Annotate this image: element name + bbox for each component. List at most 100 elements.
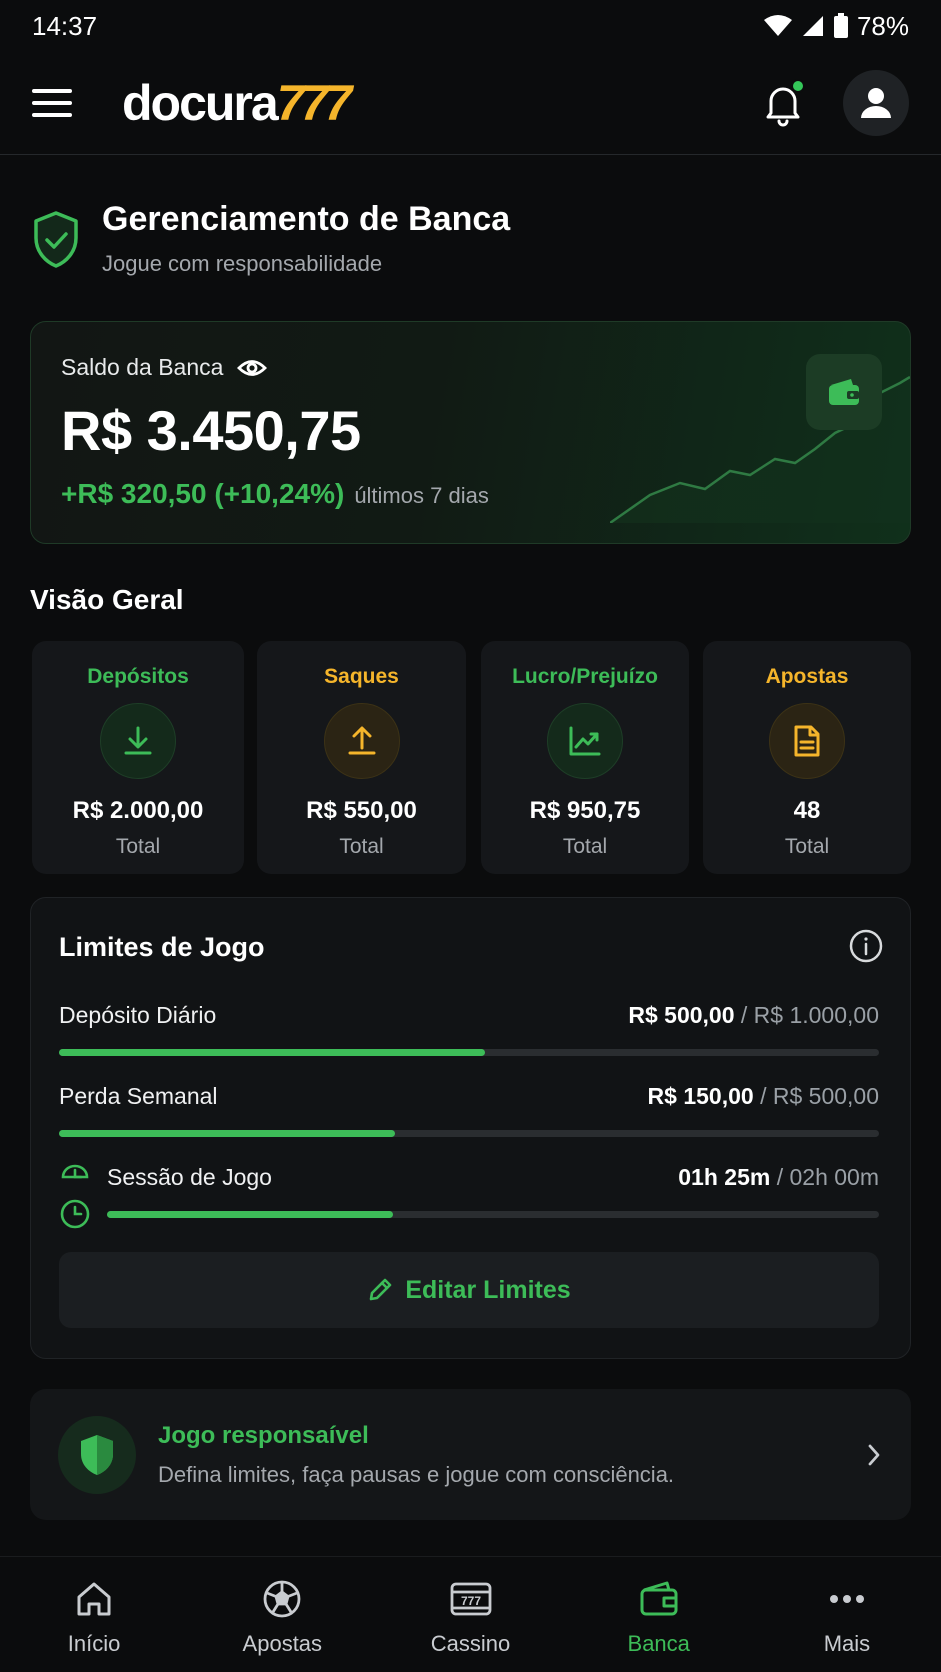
shield-check-icon (34, 211, 78, 268)
menu-icon-line (32, 113, 72, 117)
nav-item-casino[interactable]: 777 Cassino (376, 1557, 564, 1672)
profile-avatar-button[interactable] (843, 70, 909, 136)
limit-row-weekly-loss[interactable]: Perda Semanal R$ 150,00 / R$ 500,00 (59, 1083, 879, 1137)
limit-max: R$ 500,00 (772, 1083, 879, 1109)
balance-card: Saldo da Banca R$ 3.450,75 +R$ 320,50 (+… (30, 321, 911, 544)
trend-chart-icon (569, 726, 601, 756)
eye-icon[interactable] (237, 357, 268, 379)
stat-value: 48 (793, 797, 821, 824)
limit-name: Perda Semanal (59, 1083, 218, 1109)
stat-card-bets[interactable]: Apostas 48 Total (703, 641, 911, 874)
page-subtitle: Jogue com responsabilidade (102, 251, 383, 276)
stat-sub: Total (115, 835, 161, 858)
limit-max: 02h 00m (789, 1164, 879, 1190)
stat-value: R$ 550,00 (306, 797, 417, 824)
wallet-icon (829, 379, 859, 405)
limit-current: R$ 500,00 (628, 1002, 735, 1028)
limit-progress-track (59, 1130, 879, 1137)
balance-period: últimos 7 dias (354, 483, 489, 508)
limit-progress-fill (107, 1211, 393, 1218)
battery-level: 78% (856, 10, 909, 41)
wallet-button[interactable] (806, 354, 882, 430)
limit-value: R$ 500,00 / R$ 1.000,00 (628, 1002, 879, 1028)
menu-button[interactable] (32, 85, 72, 121)
shield-icon (81, 1434, 113, 1475)
nav-label: Apostas (242, 1631, 323, 1656)
status-time: 14:37 (32, 10, 98, 41)
overview-title: Visão Geral (30, 584, 184, 615)
responsible-icon-wrap (58, 1415, 136, 1494)
stat-value: R$ 950,75 (529, 797, 641, 824)
limit-progress-track (59, 1049, 879, 1056)
stat-icon-wrap (323, 703, 400, 779)
chevron-right-icon (868, 1444, 880, 1465)
app-header: docura 777 (0, 52, 941, 155)
balance-value: R$ 3.450,75 (61, 399, 361, 462)
stat-icon-wrap (100, 703, 176, 779)
nav-item-more[interactable]: Mais (753, 1557, 941, 1672)
status-bar: 14:37 78% (0, 0, 941, 52)
nav-label: Mais (823, 1631, 871, 1656)
notifications-button[interactable] (759, 79, 807, 127)
nav-item-bets[interactable]: Apostas (188, 1557, 376, 1672)
svg-text:777: 777 (460, 1594, 480, 1608)
balance-label: Saldo da Banca (61, 354, 224, 380)
limit-max: R$ 1.000,00 (753, 1002, 879, 1028)
stat-sub: Total (562, 835, 608, 858)
stat-value: R$ 2.000,00 (72, 797, 204, 824)
limit-value: R$ 150,00 / R$ 500,00 (647, 1083, 879, 1109)
bottom-navigation: Início Apostas 777 Cassino Banca Mais (0, 1556, 941, 1672)
stat-sub: Total (784, 835, 830, 858)
logo-number: 777 (276, 75, 352, 131)
document-icon (794, 725, 820, 757)
limit-current: 01h 25m (678, 1164, 771, 1190)
signal-icon (802, 16, 823, 36)
download-icon (124, 726, 152, 755)
page-heading: Gerenciamento de Banca Jogue com respons… (32, 196, 510, 277)
limit-progress-track (107, 1211, 879, 1218)
responsible-title: Jogo responsaível (158, 1421, 369, 1449)
balance-change-row: +R$ 320,50 (+10,24%) últimos 7 dias (61, 478, 489, 510)
limit-current: R$ 150,00 (647, 1083, 754, 1109)
balance-label-row: Saldo da Banca (61, 354, 268, 381)
soccer-ball-icon (263, 1580, 301, 1618)
stat-sub: Total (339, 835, 384, 858)
limit-progress-fill (59, 1130, 396, 1137)
limit-name: Depósito Diário (59, 1002, 217, 1028)
nav-item-home[interactable]: Início (0, 1557, 188, 1672)
nav-label: Banca (627, 1631, 690, 1656)
balance-change: +R$ 320,50 (+10,24%) (61, 478, 345, 509)
limit-row-daily-deposit[interactable]: Depósito Diário R$ 500,00 / R$ 1.000,00 (59, 1002, 879, 1056)
stat-card-withdrawals[interactable]: Saques R$ 550,00 Total (257, 641, 466, 874)
stat-icon-wrap (547, 703, 623, 779)
limit-row-session[interactable]: Sessão de Jogo 01h 25m / 02h 00m (107, 1164, 879, 1218)
stat-icon-wrap (769, 703, 845, 779)
stat-label: Apostas (765, 665, 849, 688)
pencil-icon (370, 1278, 392, 1301)
limit-progress-fill (59, 1049, 486, 1056)
clock-icon (61, 1164, 89, 1179)
stat-card-profit-loss[interactable]: Lucro/Prejuízo R$ 950,75 Total (481, 641, 689, 874)
clock-icon (60, 1199, 90, 1229)
stat-card-deposits[interactable]: Depósitos R$ 2.000,00 Total (32, 641, 244, 874)
wallet-icon (640, 1581, 678, 1616)
nav-item-bankroll[interactable]: Banca (565, 1557, 753, 1672)
game-limits-card: Limites de Jogo Depósito Diário R$ 500,0… (30, 897, 911, 1359)
home-icon (77, 1582, 111, 1616)
menu-icon-line (32, 89, 72, 93)
logo-text: docura (122, 75, 279, 131)
info-icon[interactable] (848, 928, 884, 964)
edit-limits-button[interactable]: Editar Limites (59, 1252, 879, 1328)
limits-title: Limites de Jogo (59, 932, 265, 962)
stat-label: Depósitos (87, 665, 189, 688)
notification-dot (791, 79, 805, 93)
edit-limits-label: Editar Limites (405, 1275, 571, 1304)
responsible-description: Defina limites, faça pausas e jogue com … (158, 1461, 675, 1487)
limit-name: Sessão de Jogo (107, 1164, 272, 1190)
wifi-icon (763, 15, 792, 36)
responsible-gaming-card[interactable]: Jogo responsaível Defina limites, faça p… (30, 1389, 911, 1520)
app-logo[interactable]: docura 777 (122, 74, 352, 132)
page-title: Gerenciamento de Banca (102, 200, 511, 238)
stat-label: Saques (324, 665, 399, 688)
battery-icon (833, 13, 848, 38)
